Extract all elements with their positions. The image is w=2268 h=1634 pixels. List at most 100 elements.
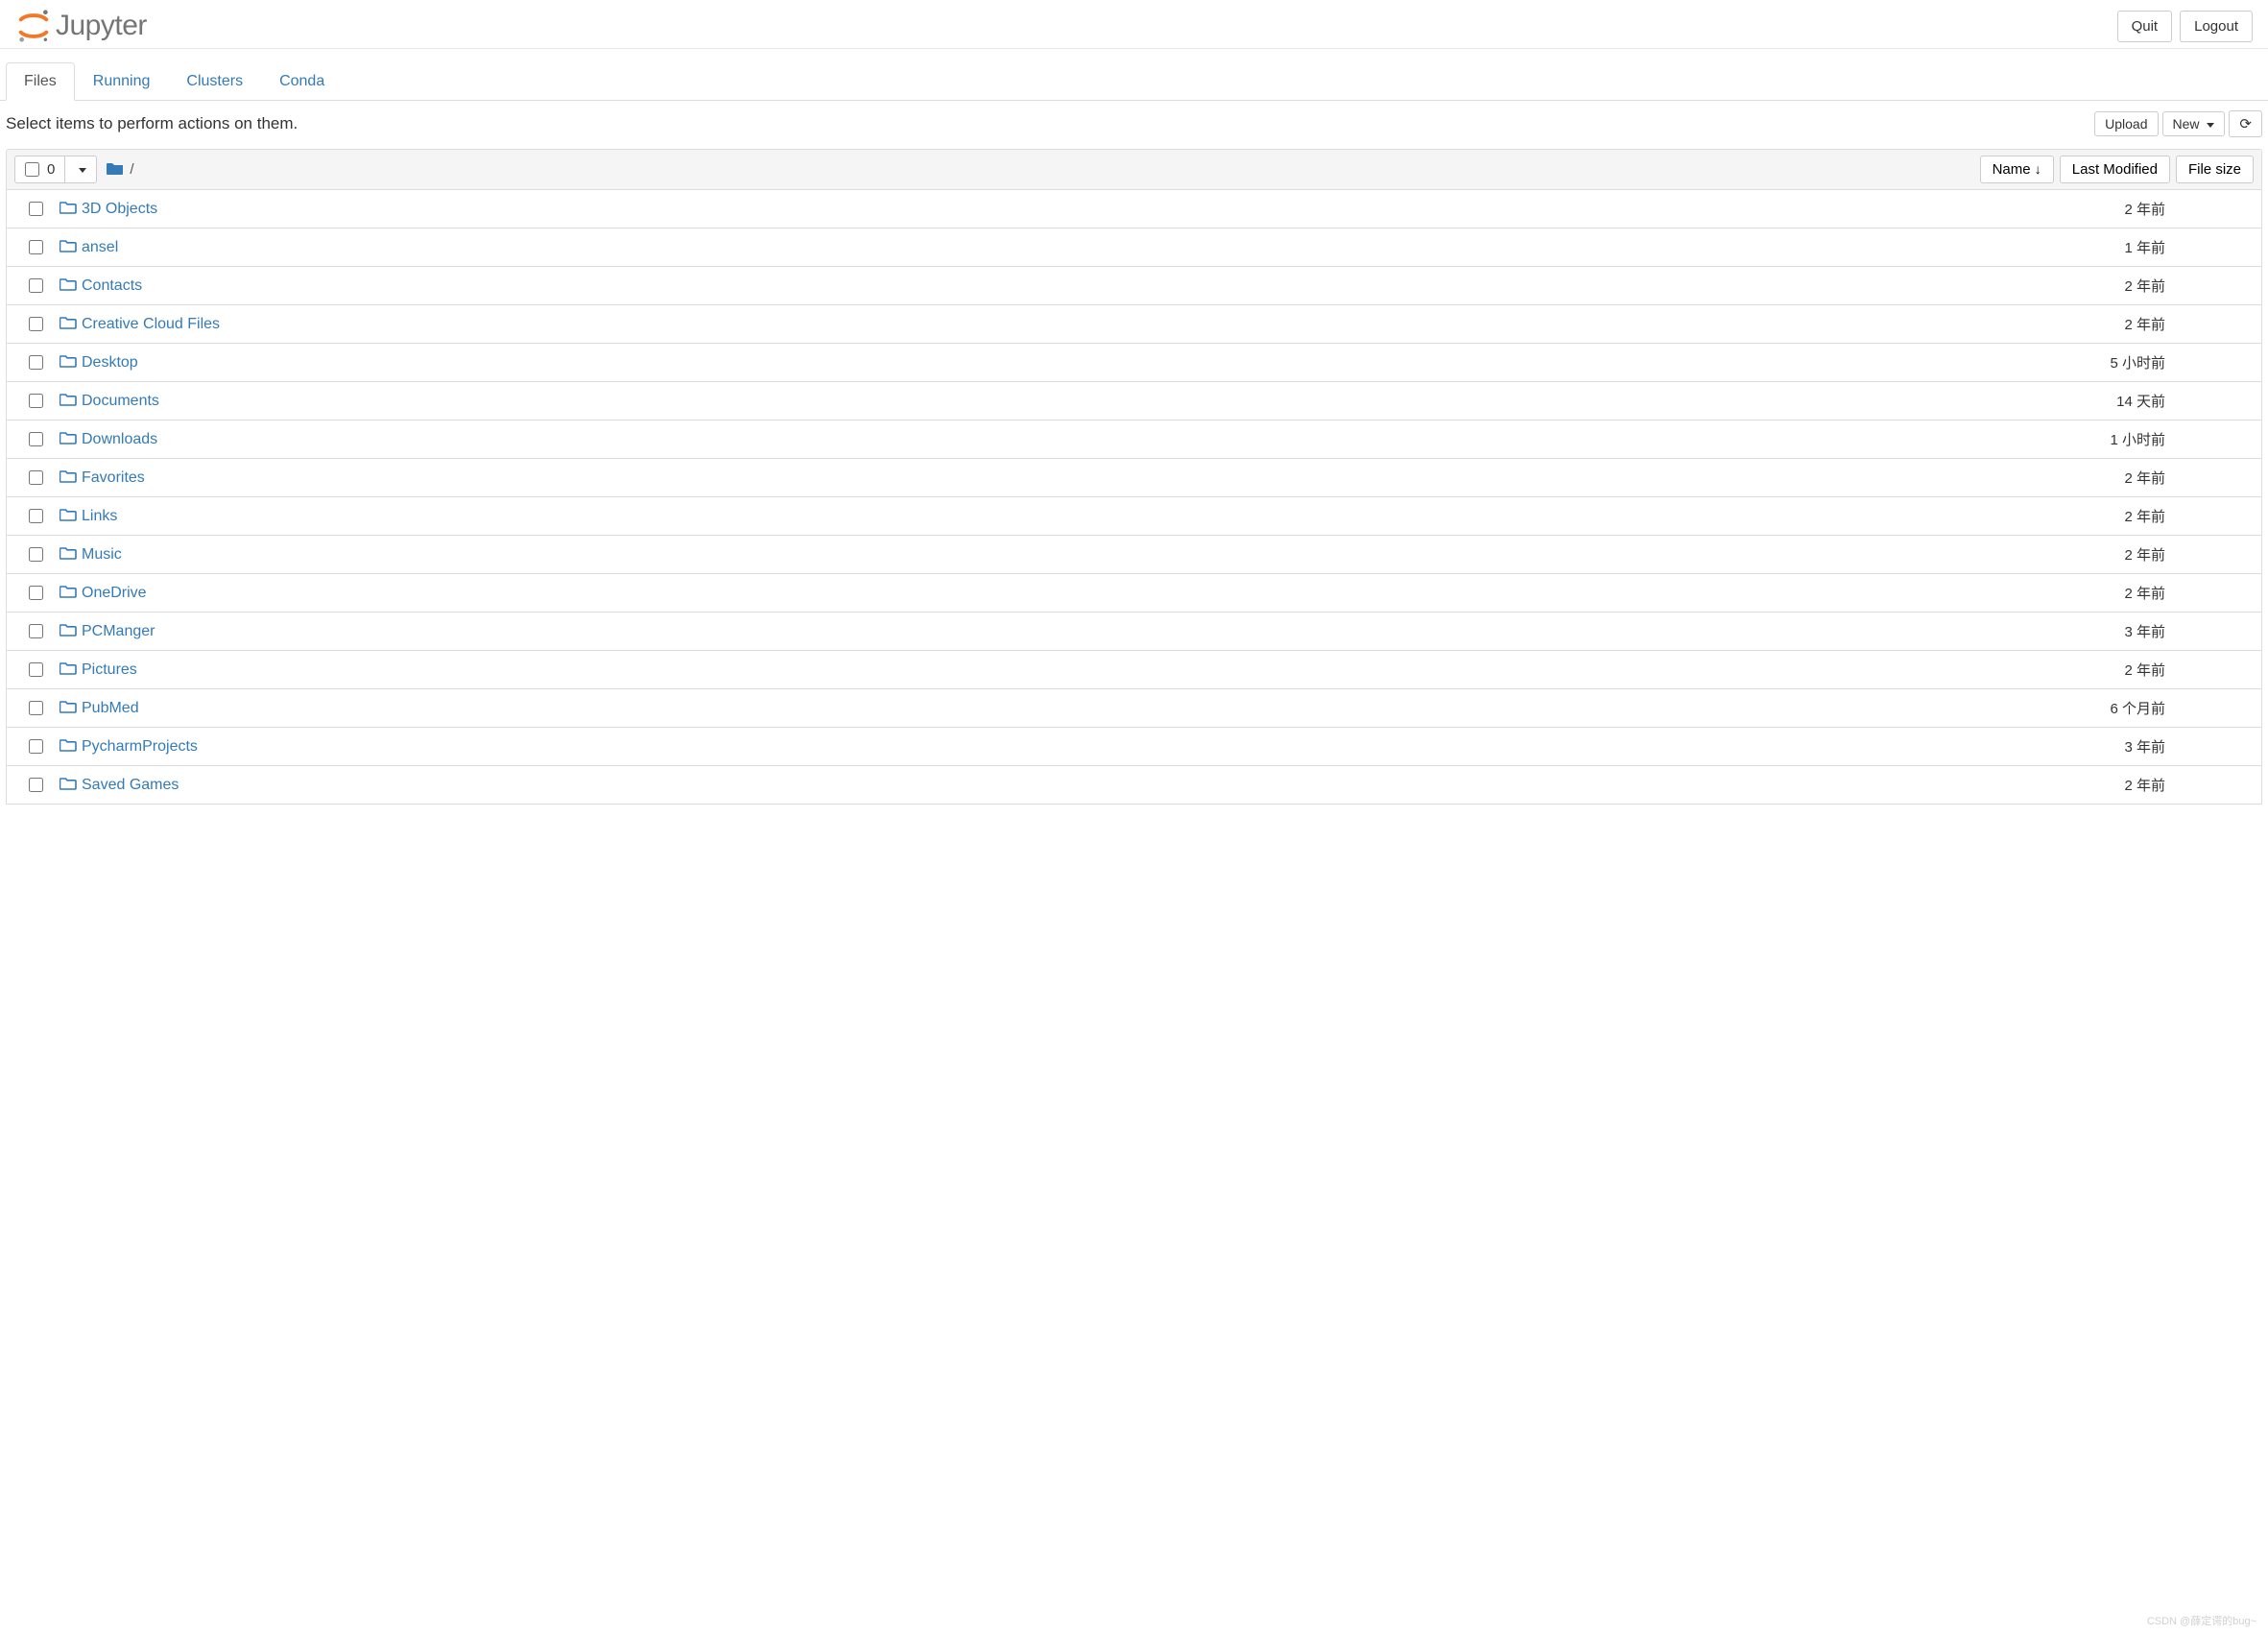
row-checkbox[interactable] bbox=[29, 202, 43, 216]
folder-icon bbox=[55, 276, 82, 296]
item-name-link[interactable]: ansel bbox=[82, 239, 118, 256]
folder-icon[interactable] bbox=[107, 161, 124, 179]
item-name-link[interactable]: Downloads bbox=[82, 431, 157, 448]
row-checkbox-wrap bbox=[16, 547, 55, 562]
item-name-link[interactable]: PCManger bbox=[82, 623, 155, 640]
item-name-link[interactable]: Favorites bbox=[82, 469, 145, 487]
row-checkbox-wrap bbox=[16, 278, 55, 293]
list-item: PycharmProjects 3 年前 bbox=[6, 728, 2262, 766]
row-checkbox-wrap bbox=[16, 509, 55, 523]
item-name-link[interactable]: Music bbox=[82, 546, 122, 564]
sort-modified-button[interactable]: Last Modified bbox=[2060, 156, 2170, 183]
row-checkbox-wrap bbox=[16, 701, 55, 715]
select-menu-button[interactable] bbox=[65, 156, 96, 182]
refresh-button[interactable]: ⟳ bbox=[2229, 110, 2262, 137]
row-checkbox-wrap bbox=[16, 202, 55, 216]
row-checkbox-wrap bbox=[16, 240, 55, 254]
row-checkbox[interactable] bbox=[29, 278, 43, 293]
row-checkbox-wrap bbox=[16, 470, 55, 485]
item-name-link[interactable]: Desktop bbox=[82, 354, 138, 372]
row-checkbox[interactable] bbox=[29, 662, 43, 677]
item-name-link[interactable]: PubMed bbox=[82, 700, 139, 717]
item-name-link[interactable]: Creative Cloud Files bbox=[82, 316, 220, 333]
row-checkbox[interactable] bbox=[29, 624, 43, 638]
toolbar: Select items to perform actions on them.… bbox=[0, 101, 2268, 145]
folder-icon bbox=[55, 200, 82, 219]
list-item: ansel 1 年前 bbox=[6, 228, 2262, 267]
item-modified: 2 年前 bbox=[2060, 276, 2175, 296]
item-modified: 2 年前 bbox=[2060, 199, 2175, 219]
list-item: OneDrive2 年前 bbox=[6, 574, 2262, 613]
item-modified: 3 年前 bbox=[2060, 621, 2175, 641]
row-checkbox-wrap bbox=[16, 317, 55, 331]
item-name-link[interactable]: 3D Objects bbox=[82, 201, 157, 218]
row-checkbox[interactable] bbox=[29, 240, 43, 254]
new-button-label: New bbox=[2173, 116, 2200, 132]
list-item: Pictures2 年前 bbox=[6, 651, 2262, 689]
row-checkbox-wrap bbox=[16, 739, 55, 754]
row-checkbox[interactable] bbox=[29, 432, 43, 446]
row-checkbox[interactable] bbox=[29, 586, 43, 600]
row-checkbox[interactable] bbox=[29, 470, 43, 485]
row-checkbox-wrap bbox=[16, 355, 55, 370]
item-name-link[interactable]: Documents bbox=[82, 393, 159, 410]
new-button[interactable]: New bbox=[2162, 111, 2226, 136]
upload-button[interactable]: Upload bbox=[2094, 111, 2158, 136]
logo-text: Jupyter bbox=[56, 10, 147, 42]
watermark: CSDN @薛定谔的bug~ bbox=[2147, 1613, 2256, 1628]
item-name-link[interactable]: OneDrive bbox=[82, 585, 147, 602]
item-name-link[interactable]: Pictures bbox=[82, 661, 137, 679]
breadcrumb-separator: / bbox=[130, 161, 133, 178]
tab-conda[interactable]: Conda bbox=[261, 62, 343, 101]
row-checkbox-wrap bbox=[16, 586, 55, 600]
list-item: Downloads1 小时前 bbox=[6, 421, 2262, 459]
item-name-link[interactable]: Contacts bbox=[82, 277, 142, 295]
row-checkbox[interactable] bbox=[29, 394, 43, 408]
row-checkbox[interactable] bbox=[29, 509, 43, 523]
header: Jupyter Quit Logout bbox=[0, 0, 2268, 49]
item-name-link[interactable]: Links bbox=[82, 508, 117, 525]
select-all-checkbox[interactable] bbox=[25, 162, 39, 177]
row-checkbox[interactable] bbox=[29, 739, 43, 754]
select-all-left[interactable]: 0 bbox=[15, 156, 65, 182]
list-item: Contacts 2 年前 bbox=[6, 267, 2262, 305]
sort-name-button[interactable]: Name ↓ bbox=[1980, 156, 2054, 183]
list-item: Links2 年前 bbox=[6, 497, 2262, 536]
jupyter-icon bbox=[15, 8, 52, 44]
sort-size-button[interactable]: File size bbox=[2176, 156, 2254, 183]
row-checkbox[interactable] bbox=[29, 355, 43, 370]
row-checkbox[interactable] bbox=[29, 317, 43, 331]
selected-count: 0 bbox=[47, 161, 55, 178]
row-checkbox[interactable] bbox=[29, 701, 43, 715]
list-header: 0 / Name ↓ Last Modified File size bbox=[6, 149, 2262, 190]
row-checkbox-wrap bbox=[16, 624, 55, 638]
logout-button[interactable]: Logout bbox=[2180, 11, 2253, 42]
rows-container: 3D Objects 2 年前 ansel 1 年前 Contacts 2 年前 Creat… bbox=[6, 190, 2262, 805]
logo[interactable]: Jupyter bbox=[15, 8, 147, 44]
item-name-link[interactable]: Saved Games bbox=[82, 777, 179, 794]
tab-clusters[interactable]: Clusters bbox=[168, 62, 261, 101]
chevron-down-icon bbox=[79, 168, 86, 173]
tab-running[interactable]: Running bbox=[75, 62, 169, 101]
folder-icon bbox=[55, 430, 82, 449]
list-item: Saved Games2 年前 bbox=[6, 766, 2262, 805]
folder-icon bbox=[55, 507, 82, 526]
tabs: Files Running Clusters Conda bbox=[0, 62, 2268, 101]
sort-name-label: Name bbox=[1993, 161, 2031, 178]
quit-button[interactable]: Quit bbox=[2117, 11, 2173, 42]
arrow-down-icon: ↓ bbox=[2035, 161, 2041, 177]
tab-files[interactable]: Files bbox=[6, 62, 75, 101]
list-item: PubMed6 个月前 bbox=[6, 689, 2262, 728]
folder-icon bbox=[55, 699, 82, 718]
folder-icon bbox=[55, 353, 82, 372]
row-checkbox-wrap bbox=[16, 778, 55, 792]
row-checkbox[interactable] bbox=[29, 778, 43, 792]
item-modified: 3 年前 bbox=[2060, 736, 2175, 757]
folder-icon bbox=[55, 584, 82, 603]
list-item: Documents14 天前 bbox=[6, 382, 2262, 421]
select-all-group: 0 bbox=[14, 156, 97, 183]
item-modified: 2 年前 bbox=[2060, 468, 2175, 488]
row-checkbox[interactable] bbox=[29, 547, 43, 562]
item-name-link[interactable]: PycharmProjects bbox=[82, 738, 198, 756]
item-modified: 1 年前 bbox=[2060, 237, 2175, 257]
